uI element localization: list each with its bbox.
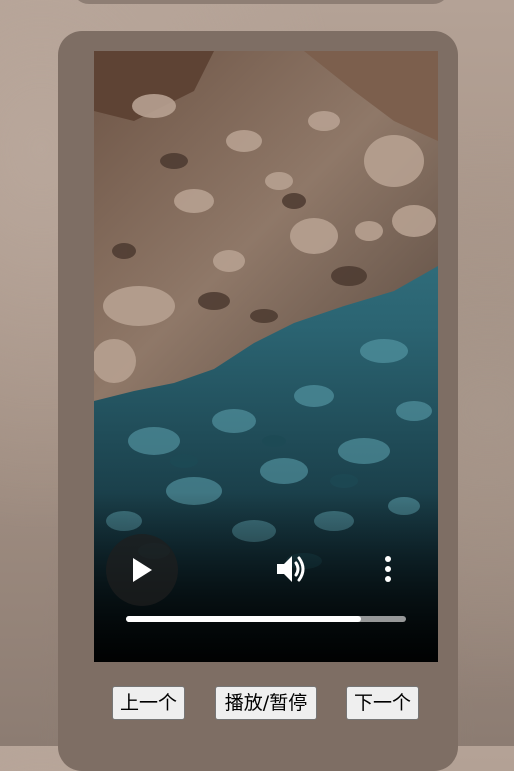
- more-options-button[interactable]: [376, 551, 400, 587]
- next-button[interactable]: 下一个: [346, 686, 419, 720]
- play-pause-button[interactable]: 播放/暂停: [215, 686, 317, 720]
- previous-card: [72, 0, 450, 4]
- more-vertical-icon: [385, 556, 391, 582]
- volume-icon: [277, 556, 305, 582]
- volume-button[interactable]: [274, 551, 310, 587]
- play-button[interactable]: [106, 534, 178, 606]
- play-icon: [133, 558, 152, 582]
- progress-fill: [126, 616, 362, 622]
- previous-button[interactable]: 上一个: [112, 686, 185, 720]
- progress-bar[interactable]: [126, 616, 406, 622]
- video-player[interactable]: [94, 51, 438, 662]
